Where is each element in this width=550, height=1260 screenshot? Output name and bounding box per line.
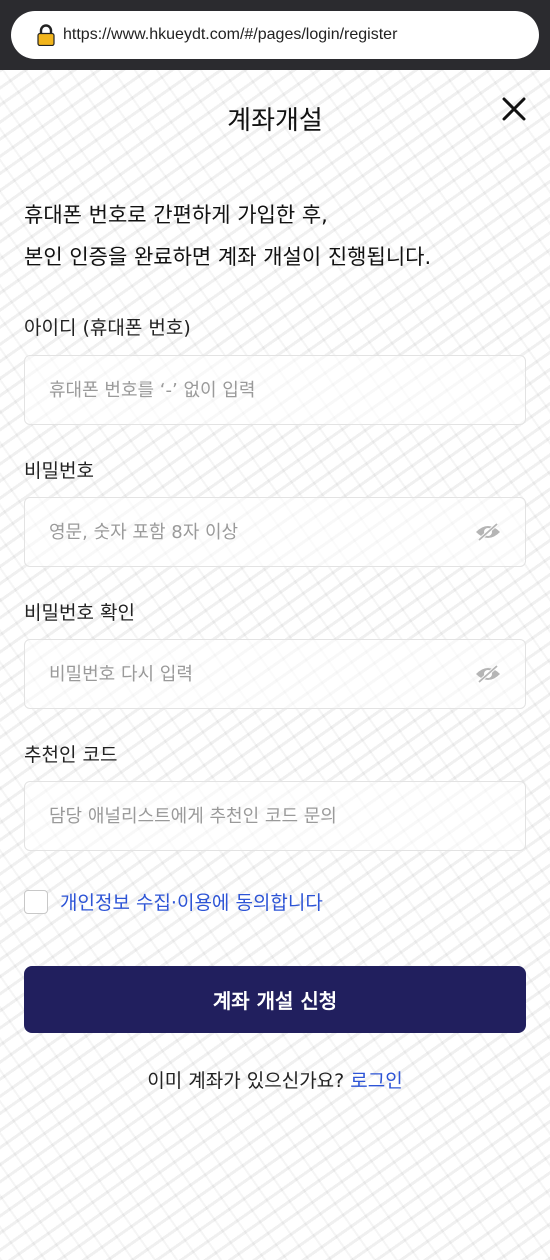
lock-icon <box>37 24 55 47</box>
url-text: https://www.hkueydt.com/#/pages/login/re… <box>63 26 398 43</box>
consent-link[interactable]: 개인정보 수집·이용에 동의합니다 <box>60 888 323 915</box>
page-title: 계좌개설 <box>227 106 323 136</box>
phone-input[interactable] <box>25 356 525 424</box>
phone-label: 아이디 (휴대폰 번호) <box>24 317 191 339</box>
password-input[interactable] <box>25 498 473 566</box>
referral-label: 추천인 코드 <box>24 744 118 766</box>
password-confirm-input[interactable] <box>25 640 473 708</box>
intro-text: 휴대폰 번호로 간편하게 가입한 후, 본인 인증을 완료하면 계좌 개설이 진… <box>24 194 534 278</box>
consent-checkbox[interactable] <box>24 889 48 914</box>
password-confirm-label: 비밀번호 확인 <box>24 602 135 624</box>
phone-field <box>24 355 526 425</box>
login-prompt: 이미 계좌가 있으신가요? 로그인 <box>0 1066 550 1093</box>
referral-input[interactable] <box>25 782 525 850</box>
password-confirm-field <box>24 639 526 709</box>
browser-bar: https://www.hkueydt.com/#/pages/login/re… <box>0 0 550 70</box>
eye-slash-icon[interactable] <box>473 521 503 543</box>
register-page: 계좌개설 휴대폰 번호로 간편하게 가입한 후, 본인 인증을 완료하면 계좌 … <box>0 70 550 1260</box>
password-label: 비밀번호 <box>24 460 94 482</box>
close-button[interactable] <box>497 92 531 126</box>
login-link[interactable]: 로그인 <box>350 1070 402 1092</box>
intro-line-2: 본인 인증을 완료하면 계좌 개설이 진행됩니다. <box>24 245 432 269</box>
address-bar[interactable]: https://www.hkueydt.com/#/pages/login/re… <box>11 11 539 59</box>
close-icon <box>502 97 526 121</box>
referral-field <box>24 781 526 851</box>
password-field <box>24 497 526 567</box>
submit-button[interactable]: 계좌 개설 신청 <box>24 966 526 1033</box>
login-prompt-text: 이미 계좌가 있으신가요? <box>147 1070 345 1092</box>
intro-line-1: 휴대폰 번호로 간편하게 가입한 후, <box>24 203 328 227</box>
consent-row: 개인정보 수집·이용에 동의합니다 <box>24 888 323 915</box>
eye-slash-icon[interactable] <box>473 663 503 685</box>
